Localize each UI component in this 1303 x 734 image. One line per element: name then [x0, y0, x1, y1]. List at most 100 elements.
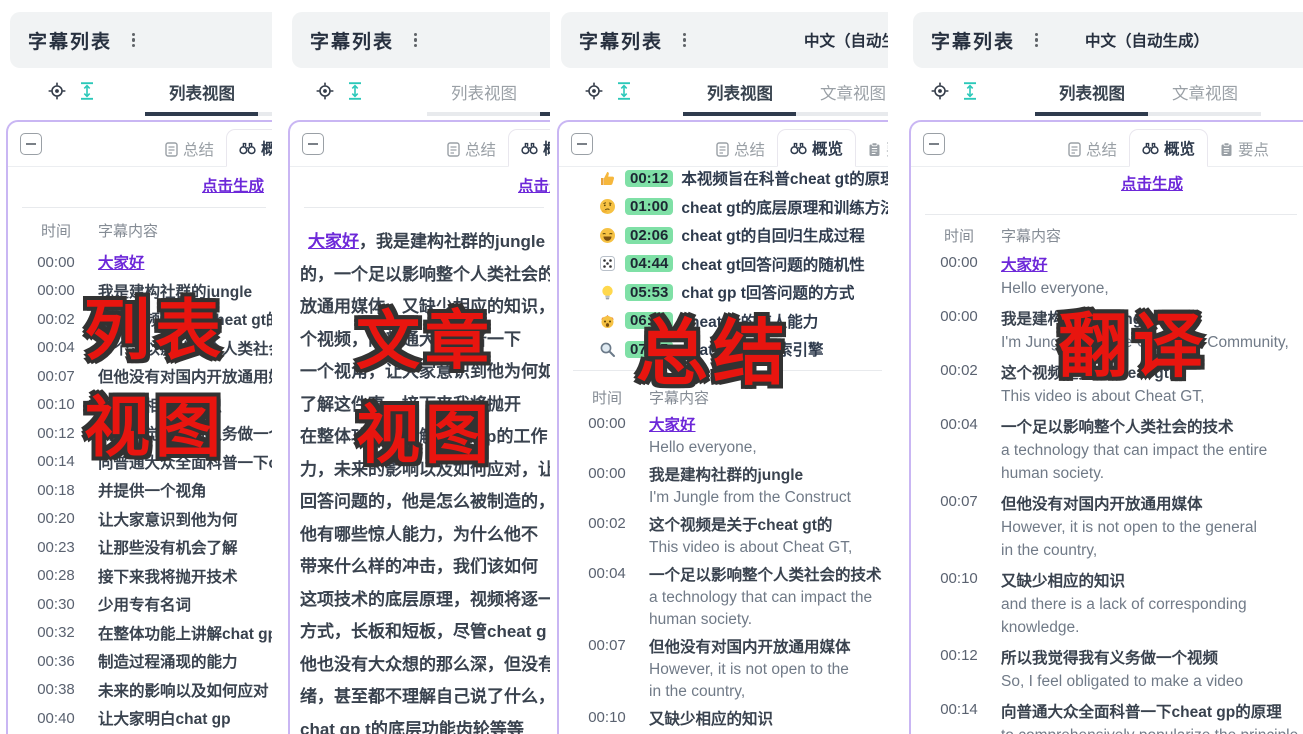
subtab-overview[interactable]: 概览 — [508, 129, 550, 167]
subtab-overview[interactable]: 概览 — [1129, 129, 1208, 167]
article-line[interactable]: 在整体功能上讲解chat gp的工作 — [300, 421, 550, 454]
subtitle-text-cn[interactable]: 这个视频是关于cheat gt的 — [1001, 362, 1303, 385]
subtitle-text-cn[interactable]: 向普通大众全面科普一下cheat gp的原理 — [98, 451, 272, 473]
subtitle-timestamp[interactable]: 00:02 — [911, 362, 987, 408]
subtitle-text-cn[interactable]: 所以我觉得我有义务做一个视频 — [98, 422, 272, 444]
subtitle-timestamp[interactable]: 00:10 — [559, 709, 635, 731]
article-line[interactable]: 放通用媒体，又缺少相应的知识， — [300, 291, 550, 324]
subtitle-text-cn[interactable]: 让大家明白chat gp — [98, 707, 272, 729]
chapter-timestamp-badge[interactable]: 07:15 — [625, 341, 673, 358]
chapter-timestamp-badge[interactable]: 05:53 — [625, 284, 673, 301]
chapter-row[interactable]: 07:15chat gp t与搜索引擎 — [559, 335, 888, 364]
locate-crosshair-icon[interactable] — [585, 82, 603, 100]
tab-list-view[interactable]: 列表视图 — [1035, 80, 1148, 116]
article-line[interactable]: 他也没有大众想的那么深，但没有 — [300, 649, 550, 682]
subtitle-text-cn[interactable]: 未来的影响以及如何应对 — [98, 679, 272, 701]
subtitle-row[interactable]: 00:38未来的影响以及如何应对 — [8, 676, 272, 705]
subtitle-text-link[interactable]: 大家好 — [98, 251, 272, 273]
subtitle-row[interactable]: 00:07但他没有对国内开放通用媒体However, it is not ope… — [559, 634, 888, 706]
subtitle-row[interactable]: 00:40让大家明白chat gp — [8, 704, 272, 733]
subtitle-text-cn[interactable]: 这个视频是关于cheat gt的 — [649, 515, 888, 537]
subtitle-text-cn[interactable]: 向普通大众全面科普一下cheat gp的原理 — [1001, 701, 1303, 724]
generate-button[interactable]: 点击生成 — [202, 174, 264, 196]
generate-button[interactable]: 点击生成 — [518, 174, 550, 196]
collapse-button[interactable] — [302, 133, 324, 155]
collapse-button[interactable] — [20, 133, 42, 155]
subtitle-text-cn[interactable]: 让大家意识到他为何 — [98, 508, 272, 530]
article-line[interactable]: chat gp t的底层功能齿轮等等 — [300, 714, 550, 734]
article-line[interactable]: 个视频，向普通大众科普一下 — [300, 324, 550, 357]
subtitle-text-cn[interactable]: 又缺少相应的知识 — [98, 394, 272, 416]
chapter-title[interactable]: chat gp t回答问题的方式 — [681, 281, 854, 303]
article-line[interactable]: 这项技术的底层原理，视频将逐一 — [300, 584, 550, 617]
expand-vertical-icon[interactable] — [79, 82, 95, 100]
chapter-timestamp-badge[interactable]: 04:44 — [625, 255, 673, 272]
subtitle-text-cn[interactable]: 让那些没有机会了解 — [98, 536, 272, 558]
tab-article-view[interactable]: 文章视图 — [1148, 80, 1261, 116]
subtitle-row[interactable]: 00:36 制造过程涌现的能力 — [8, 647, 272, 676]
subtitle-text-cn[interactable]: 但他没有对国内开放通用媒体 — [98, 365, 272, 387]
subtitle-row[interactable]: 00:00我是建构社群的jungleI'm Jungle from the Co… — [559, 462, 888, 512]
subtitle-row[interactable]: 00:12所以我觉得我有义务做一个视频So, I feel obligated … — [911, 643, 1303, 697]
subtitle-timestamp[interactable]: 00:12 — [911, 647, 987, 693]
expand-vertical-icon[interactable] — [347, 82, 363, 100]
expand-vertical-icon[interactable] — [962, 82, 978, 100]
subtitle-timestamp[interactable]: 00:20 — [8, 510, 84, 527]
tab-list-view[interactable]: 列表视图 — [145, 80, 258, 116]
tab-article-view[interactable]: 文章视图 — [796, 80, 888, 116]
subtitle-text-cn[interactable]: 在整体功能上讲解chat gp的工作 — [98, 622, 272, 644]
subtitle-timestamp[interactable]: 00:28 — [8, 567, 84, 584]
subtitle-timestamp[interactable]: 00:04 — [8, 339, 84, 356]
generate-button[interactable]: 点击生成 — [1121, 172, 1183, 194]
subtitle-row[interactable]: 00:00大家好Hello everyone, — [911, 250, 1303, 304]
subtitle-timestamp[interactable]: 00:02 — [559, 515, 635, 559]
subtitle-timestamp[interactable]: 00:00 — [911, 308, 987, 354]
subtitle-row[interactable]: 00:23 让那些没有机会了解 — [8, 533, 272, 562]
subtitle-timestamp[interactable]: 00:10 — [911, 570, 987, 639]
tab-article-view[interactable]: 文章视图 — [258, 80, 272, 116]
chapter-timestamp-badge[interactable]: 01:00 — [625, 198, 673, 215]
subtitle-timestamp[interactable]: 00:00 — [8, 282, 84, 299]
chapter-title[interactable]: 本视频旨在科普cheat gt的原理 — [681, 167, 888, 189]
subtitle-row[interactable]: 00:00我是建构社群的jungleI'm Jungle from the Co… — [911, 304, 1303, 358]
article-line[interactable]: 了解这件事，接下来我将抛开 — [300, 389, 550, 422]
article-line[interactable]: 他有哪些惊人能力，为什么他不 — [300, 519, 550, 552]
subtitle-row[interactable]: 00:00大家好Hello everyone, — [559, 412, 888, 462]
subtab-overview[interactable]: 概览 — [777, 129, 856, 167]
kebab-menu-icon[interactable] — [410, 29, 421, 52]
kebab-menu-icon[interactable] — [679, 29, 690, 52]
subtitle-timestamp[interactable]: 00:04 — [559, 565, 635, 631]
subtitle-timestamp[interactable]: 00:23 — [8, 539, 84, 556]
subtab-summary[interactable]: 总结 — [1056, 131, 1129, 167]
tab-list-view[interactable]: 列表视图 — [427, 80, 540, 116]
subtab-overview[interactable]: 概览 — [226, 129, 272, 167]
subtab-keypoints[interactable]: 要点 — [856, 131, 888, 167]
locate-crosshair-icon[interactable] — [931, 82, 949, 100]
subtitle-text-cn[interactable]: 我是建构社群的jungle — [1001, 308, 1303, 331]
chapter-row[interactable]: 00:12本视频旨在科普cheat gt的原理 — [559, 164, 888, 193]
subtitle-timestamp[interactable]: 00:36 — [8, 653, 84, 670]
subtitle-text-cn[interactable]: 制造过程涌现的能力 — [98, 650, 272, 672]
locate-crosshair-icon[interactable] — [316, 82, 334, 100]
subtitle-row[interactable]: 00:04一个足以影响整个人类社会的技术a technology that ca… — [559, 562, 888, 634]
subtitle-row[interactable]: 00:00大家好 — [8, 248, 272, 277]
chapter-title[interactable]: cheat gt回答问题的随机性 — [681, 253, 864, 275]
subtitle-row[interactable]: 00:02这个视频是关于cheat gt的This video is about… — [559, 512, 888, 562]
article-line[interactable]: 带来什么样的冲击，我们该如何 — [300, 551, 550, 584]
subtitle-timestamp[interactable]: 00:07 — [559, 637, 635, 703]
subtitle-row[interactable]: 00:00 我是建构社群的jungle — [8, 277, 272, 306]
subtitle-timestamp[interactable]: 00:00 — [559, 465, 635, 509]
subtitle-row[interactable]: 00:10 又缺少相应的知识 — [559, 706, 888, 734]
subtitle-timestamp[interactable]: 00:18 — [8, 482, 84, 499]
subtitle-timestamp[interactable]: 00:07 — [911, 493, 987, 562]
subtitle-text-cn[interactable]: 一个足以影响整个人类社会的技术 — [1001, 416, 1303, 439]
subtab-keypoints[interactable]: 要点 — [1208, 131, 1281, 167]
subtitle-row[interactable]: 00:20 让大家意识到他为何 — [8, 505, 272, 534]
subtitle-row[interactable]: 00:10又缺少相应的知识 — [8, 391, 272, 420]
subtitle-text-cn[interactable]: 我是建构社群的jungle — [98, 280, 272, 302]
article-line[interactable]: 一个视角，让大家意识到他为何如 — [300, 356, 550, 389]
subtitle-row[interactable]: 00:18并提供一个视角 — [8, 476, 272, 505]
subtitle-text-cn[interactable]: 所以我觉得我有义务做一个视频 — [1001, 647, 1303, 670]
subtitle-text-cn[interactable]: 又缺少相应的知识 — [649, 709, 888, 731]
subtitle-timestamp[interactable]: 00:12 — [8, 425, 84, 442]
